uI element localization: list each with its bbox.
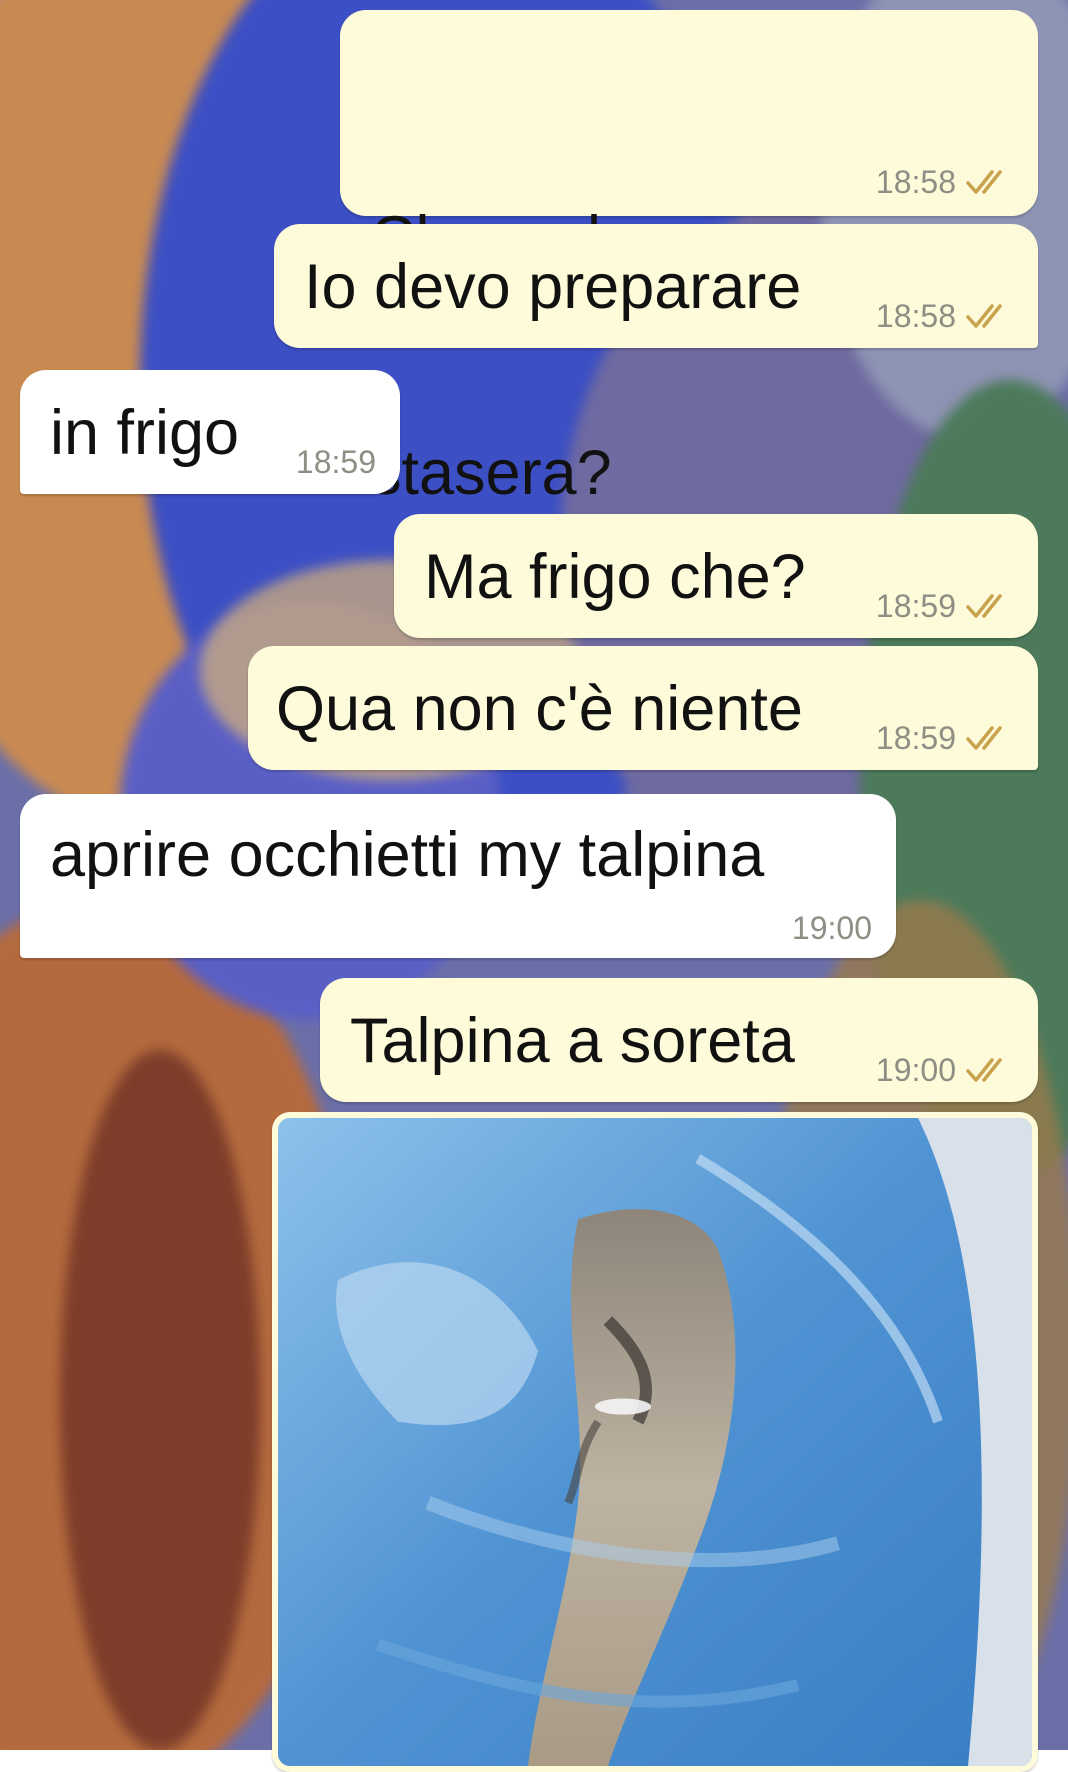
message-meta: 18:59 [876,588,1014,624]
message-time: 19:00 [875,1052,956,1088]
message-bubble-incoming[interactable]: aprire occhietti my talpina 19:00 [20,794,896,958]
photo-thumbnail[interactable] [278,1118,1032,1766]
message-meta: 18:59 [296,444,376,480]
message-meta: 18:58 [876,164,1014,200]
message-time: 18:59 [875,720,956,756]
message-text: Ma frigo che? [424,542,806,612]
message-time: 19:00 [791,910,872,946]
message-text: Talpina a soreta [350,1006,795,1076]
message-text: Io devo preparare [304,252,802,322]
message-meta: 18:58 [876,298,1014,334]
message-bubble-incoming[interactable]: in frigo 18:59 [20,370,400,494]
chat-thread[interactable]: Cla ma la spesa per stasera? 18:58 Io de… [0,0,1068,1772]
message-meta: 19:00 [876,1052,1014,1088]
message-bubble-outgoing[interactable]: Ma frigo che? 18:59 [394,514,1038,638]
message-time: 18:59 [875,588,956,624]
message-text: aprire occhietti my talpina [50,820,765,890]
message-text-line: stasera? [370,438,612,508]
double-check-icon [966,304,1002,328]
message-time: 18:58 [875,298,956,334]
message-bubble-outgoing[interactable]: Qua non c'è niente 18:59 [248,646,1038,770]
message-meta: 18:59 [876,720,1014,756]
photo-image [278,1118,1032,1766]
double-check-icon [966,170,1002,194]
message-text: in frigo [50,398,240,468]
message-time: 18:58 [875,164,956,200]
double-check-icon [966,726,1002,750]
message-meta: 19:00 [792,910,872,946]
double-check-icon [966,1058,1002,1082]
message-bubble-outgoing[interactable]: Cla ma la spesa per stasera? 18:58 [340,10,1038,508]
message-time: 18:59 [295,444,376,480]
message-bubble-outgoing[interactable]: Talpina a soreta 19:00 [320,978,1038,1102]
message-bubble-outgoing[interactable]: Io devo preparare 18:58 [274,224,1038,348]
message-text: Qua non c'è niente [276,674,803,744]
double-check-icon [966,594,1002,618]
photo-message[interactable] [272,1112,1038,1772]
